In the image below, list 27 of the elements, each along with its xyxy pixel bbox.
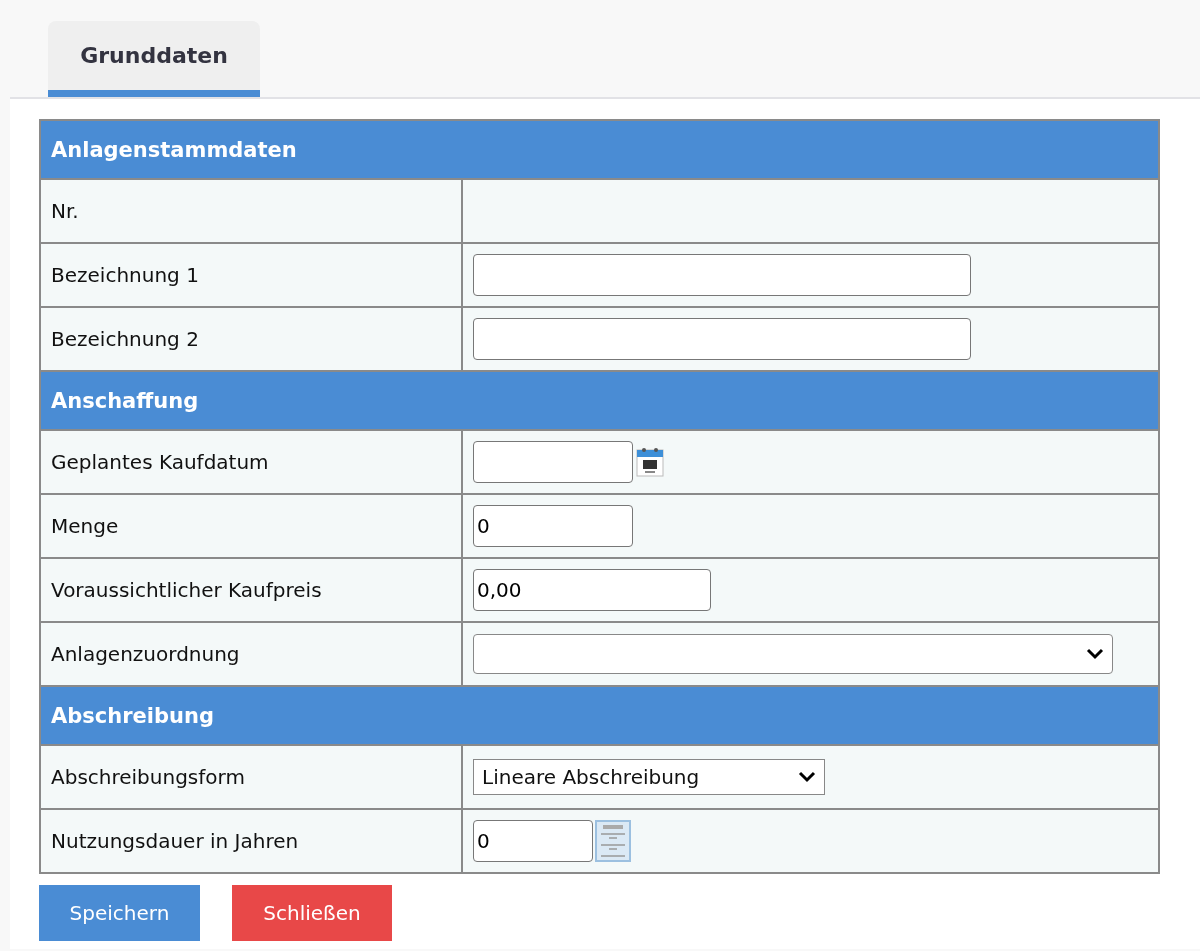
section-header: Anschaffung xyxy=(40,371,1159,430)
field-label: Abschreibungsform xyxy=(40,745,462,809)
tab[interactable]: Grunddaten xyxy=(48,21,260,97)
field-label: Geplantes Kaufdatum xyxy=(40,430,462,494)
section-header: Abschreibung xyxy=(40,686,1159,745)
close-button[interactable]: Schließen xyxy=(232,885,392,941)
field-label: Bezeichnung 1 xyxy=(40,243,462,307)
input-field[interactable]: 0 xyxy=(473,820,593,862)
calendar-icon[interactable] xyxy=(635,446,665,478)
section-header: Anlagenstammdaten xyxy=(40,120,1159,179)
select-field[interactable] xyxy=(473,634,1113,674)
field-label: Nr. xyxy=(40,179,462,243)
field-label: Nutzungsdauer in Jahren xyxy=(40,809,462,873)
field-label: Anlagenzuordnung xyxy=(40,622,462,686)
date-field[interactable] xyxy=(473,441,633,483)
chevron-down-icon xyxy=(1086,648,1104,660)
field-label: Bezeichnung 2 xyxy=(40,307,462,371)
input-field[interactable] xyxy=(473,318,971,360)
input-field[interactable]: 0 xyxy=(473,505,633,547)
select-field[interactable]: Lineare Abschreibung xyxy=(473,759,825,795)
select-value: Lineare Abschreibung xyxy=(482,765,700,789)
input-field[interactable]: 0,00 xyxy=(473,569,711,611)
save-button[interactable]: Speichern xyxy=(39,885,200,941)
input-field[interactable] xyxy=(473,254,971,296)
field-label: Voraussichtlicher Kaufpreis xyxy=(40,558,462,622)
field-label: Menge xyxy=(40,494,462,558)
chevron-down-icon xyxy=(798,771,816,783)
